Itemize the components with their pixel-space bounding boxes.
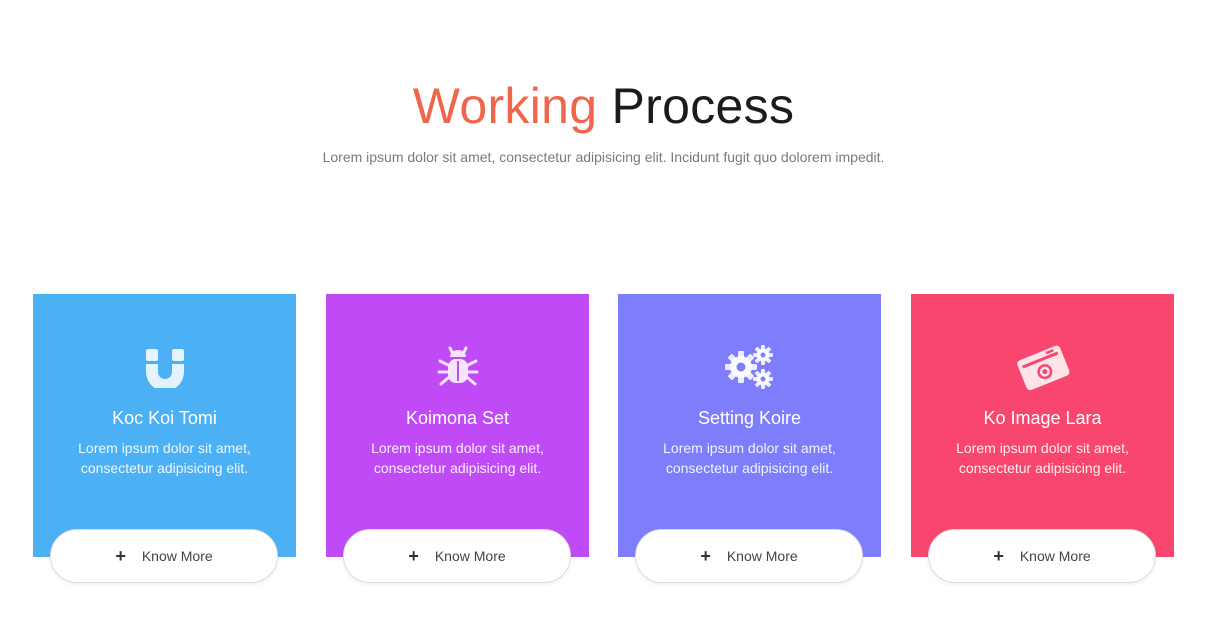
card-text: Lorem ipsum dolor sit amet, consectetur … xyxy=(663,440,836,476)
card-title: Setting Koire xyxy=(697,408,802,428)
plus-icon: + xyxy=(700,546,711,566)
card-title: Koimona Set xyxy=(405,408,510,428)
know-more-button[interactable]: + Know More xyxy=(343,529,571,583)
know-more-button[interactable]: + Know More xyxy=(635,529,863,583)
card-title: Ko Image Lara xyxy=(983,408,1102,428)
section-header: Working Process Lorem ipsum dolor sit am… xyxy=(0,76,1207,166)
card-text: Lorem ipsum dolor sit amet, consectetur … xyxy=(371,440,544,476)
know-more-button[interactable]: + Know More xyxy=(928,529,1156,583)
process-card-3: Setting Koire Lorem ipsum dolor sit amet… xyxy=(618,294,881,583)
section-title-accent: Working xyxy=(412,78,598,134)
plus-icon: + xyxy=(408,546,419,566)
camera-icon xyxy=(911,342,1174,392)
card-text: Lorem ipsum dolor sit amet, consectetur … xyxy=(956,440,1129,476)
magnet-icon xyxy=(33,342,296,392)
card-text: Lorem ipsum dolor sit amet, consectetur … xyxy=(78,440,251,476)
know-more-label: Know More xyxy=(141,548,213,564)
know-more-label: Know More xyxy=(726,548,798,564)
section-subtitle: Lorem ipsum dolor sit amet, consectetur … xyxy=(322,149,885,165)
process-card-2: Koimona Set Lorem ipsum dolor sit amet, … xyxy=(326,294,589,583)
card-title: Koc Koi Tomi xyxy=(112,408,217,428)
gears-icon xyxy=(618,342,881,392)
section-title-rest: Process xyxy=(611,78,795,134)
know-more-label: Know More xyxy=(434,548,506,564)
plus-icon: + xyxy=(115,546,126,566)
know-more-button[interactable]: + Know More xyxy=(50,529,278,583)
working-process-section: Working Process Lorem ipsum dolor sit am… xyxy=(0,0,1207,636)
know-more-label: Know More xyxy=(1019,548,1091,564)
process-cards: Koc Koi Tomi Lorem ipsum dolor sit amet,… xyxy=(33,294,1174,594)
process-card-4: Ko Image Lara Lorem ipsum dolor sit amet… xyxy=(911,294,1174,583)
plus-icon: + xyxy=(993,546,1004,566)
process-card-1: Koc Koi Tomi Lorem ipsum dolor sit amet,… xyxy=(33,294,296,583)
bug-icon xyxy=(326,342,589,392)
section-title: Working Process xyxy=(0,76,1207,136)
